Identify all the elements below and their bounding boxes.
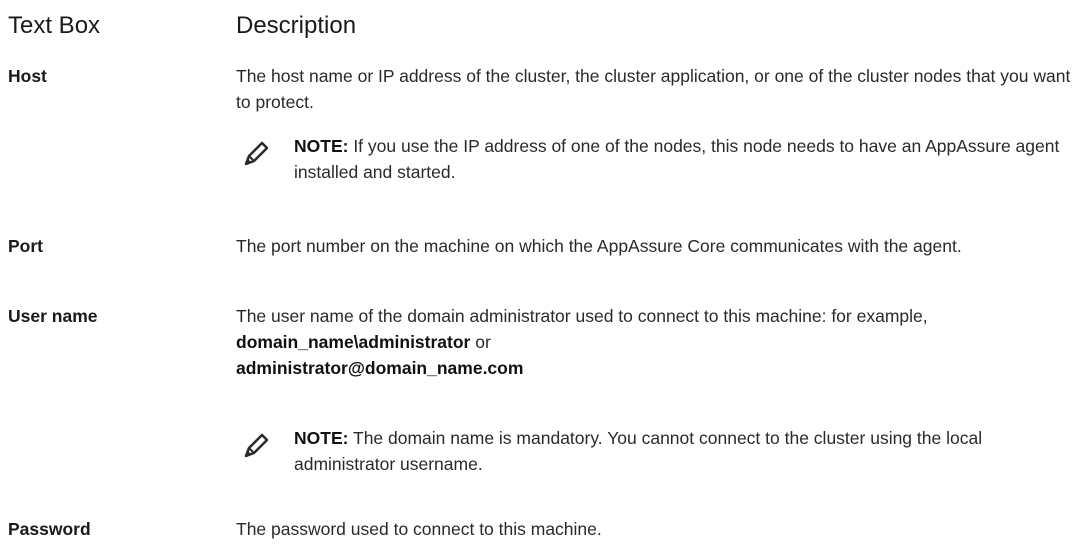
description-password: The password used to connect to this mac… bbox=[236, 519, 602, 539]
term-password: Password bbox=[8, 519, 91, 539]
description-text: The user name of the domain administrato… bbox=[236, 306, 928, 326]
example-admin-email: administrator@domain_name.com bbox=[236, 358, 524, 378]
note-label: NOTE: bbox=[294, 428, 349, 448]
term-port: Port bbox=[8, 236, 43, 256]
description-port: The port number on the machine on which … bbox=[236, 236, 962, 256]
note-text: If you use the IP address of one of the … bbox=[294, 136, 1060, 182]
header-description: Description bbox=[236, 12, 357, 39]
example-domain-admin: domain_name\administrator bbox=[236, 332, 471, 352]
term-user-name: User name bbox=[8, 306, 98, 326]
description-user-name: The user name of the domain administrato… bbox=[236, 303, 1081, 381]
term-host: Host bbox=[8, 66, 47, 86]
description-host: The host name or IP address of the clust… bbox=[236, 66, 1071, 112]
note-user-name: NOTE: The domain name is mandatory. You … bbox=[294, 425, 1084, 477]
note-host: NOTE: If you use the IP address of one o… bbox=[294, 133, 1084, 185]
pencil-note-icon bbox=[244, 141, 269, 166]
header-text-box: Text Box bbox=[8, 12, 101, 39]
note-text: The domain name is mandatory. You cannot… bbox=[294, 428, 983, 474]
pencil-note-icon bbox=[244, 433, 269, 458]
note-label: NOTE: bbox=[294, 136, 349, 156]
description-or: or bbox=[470, 332, 491, 352]
